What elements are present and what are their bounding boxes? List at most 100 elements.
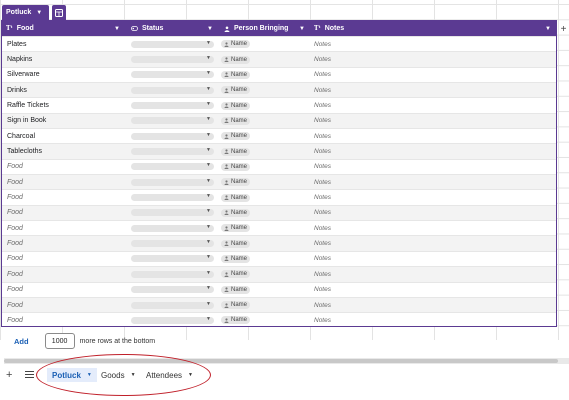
- notes-cell[interactable]: Notes: [310, 221, 556, 235]
- chevron-down-icon[interactable]: ▼: [207, 26, 213, 32]
- person-chip[interactable]: Name: [221, 132, 251, 141]
- chevron-down-icon[interactable]: ▼: [87, 372, 92, 378]
- status-dropdown[interactable]: ▼: [131, 193, 214, 202]
- person-cell[interactable]: Name: [218, 37, 310, 51]
- notes-cell[interactable]: Notes: [310, 68, 556, 82]
- status-cell[interactable]: ▼: [125, 236, 218, 250]
- food-cell[interactable]: Tablecloths: [2, 144, 125, 158]
- person-chip[interactable]: Name: [221, 162, 251, 171]
- person-cell[interactable]: Name: [218, 160, 310, 174]
- table-row[interactable]: Tablecloths ▼ Name Notes: [2, 143, 556, 159]
- status-cell[interactable]: ▼: [125, 283, 218, 297]
- person-chip[interactable]: Name: [221, 101, 251, 110]
- status-dropdown[interactable]: ▼: [131, 40, 214, 48]
- food-cell[interactable]: Sign in Book: [2, 114, 125, 128]
- food-cell[interactable]: Napkins: [2, 52, 125, 66]
- person-chip[interactable]: Name: [221, 70, 251, 79]
- person-chip[interactable]: Name: [221, 55, 251, 64]
- table-row[interactable]: Food ▼ Name Notes: [2, 204, 556, 221]
- status-cell[interactable]: ▼: [125, 190, 218, 204]
- status-cell[interactable]: ▼: [125, 252, 218, 266]
- person-cell[interactable]: Name: [218, 267, 310, 281]
- table-row[interactable]: Food ▼ Name Notes: [2, 189, 556, 204]
- table-row[interactable]: Charcoal ▼ Name Notes: [2, 128, 556, 143]
- column-header-person[interactable]: Person Bringing ▼: [218, 21, 310, 36]
- food-cell[interactable]: Food: [2, 175, 125, 189]
- notes-cell[interactable]: Notes: [310, 52, 556, 66]
- person-cell[interactable]: Name: [218, 206, 310, 220]
- add-column-button[interactable]: +: [558, 22, 569, 37]
- person-cell[interactable]: Name: [218, 283, 310, 297]
- status-cell[interactable]: ▼: [125, 52, 218, 66]
- notes-cell[interactable]: Notes: [310, 175, 556, 189]
- status-cell[interactable]: ▼: [125, 144, 218, 158]
- notes-cell[interactable]: Notes: [310, 252, 556, 266]
- person-cell[interactable]: Name: [218, 252, 310, 266]
- notes-cell[interactable]: Notes: [310, 283, 556, 297]
- food-cell[interactable]: Food: [2, 206, 125, 220]
- status-cell[interactable]: ▼: [125, 221, 218, 235]
- food-cell[interactable]: Food: [2, 252, 125, 266]
- notes-cell[interactable]: Notes: [310, 236, 556, 250]
- person-cell[interactable]: Name: [218, 83, 310, 97]
- table-row[interactable]: Food ▼ Name Notes: [2, 296, 556, 313]
- status-dropdown[interactable]: ▼: [131, 70, 214, 79]
- status-dropdown[interactable]: ▼: [131, 301, 214, 309]
- status-dropdown[interactable]: ▼: [131, 239, 214, 248]
- status-cell[interactable]: ▼: [125, 313, 218, 327]
- status-cell[interactable]: ▼: [125, 68, 218, 82]
- person-cell[interactable]: Name: [218, 98, 310, 112]
- person-cell[interactable]: Name: [218, 144, 310, 158]
- table-settings-button[interactable]: [52, 5, 66, 20]
- status-dropdown[interactable]: ▼: [131, 162, 214, 171]
- person-cell[interactable]: Name: [218, 175, 310, 189]
- notes-cell[interactable]: Notes: [310, 114, 556, 128]
- status-dropdown[interactable]: ▼: [131, 285, 214, 294]
- sheet-tab-goods[interactable]: Goods ▼: [96, 368, 141, 382]
- person-cell[interactable]: Name: [218, 190, 310, 204]
- notes-cell[interactable]: Notes: [310, 160, 556, 174]
- food-cell[interactable]: Food: [2, 190, 125, 204]
- status-cell[interactable]: ▼: [125, 98, 218, 112]
- status-dropdown[interactable]: ▼: [131, 86, 214, 94]
- status-cell[interactable]: ▼: [125, 83, 218, 97]
- table-tab-potluck[interactable]: Potluck ▼: [2, 5, 49, 20]
- notes-cell[interactable]: Notes: [310, 313, 556, 327]
- status-dropdown[interactable]: ▼: [131, 101, 214, 110]
- notes-cell[interactable]: Notes: [310, 129, 556, 143]
- status-dropdown[interactable]: ▼: [131, 316, 214, 324]
- status-cell[interactable]: ▼: [125, 129, 218, 143]
- person-chip[interactable]: Name: [221, 116, 251, 125]
- person-chip[interactable]: Name: [221, 254, 251, 263]
- food-cell[interactable]: Food: [2, 313, 125, 327]
- chevron-down-icon[interactable]: ▼: [114, 26, 120, 32]
- chevron-down-icon[interactable]: ▼: [299, 26, 305, 32]
- add-sheet-button[interactable]: +: [6, 369, 12, 381]
- notes-cell[interactable]: Notes: [310, 37, 556, 51]
- status-dropdown[interactable]: ▼: [131, 254, 214, 263]
- food-cell[interactable]: Silverware: [2, 68, 125, 82]
- notes-cell[interactable]: Notes: [310, 144, 556, 158]
- person-chip[interactable]: Name: [221, 178, 251, 187]
- add-rows-link[interactable]: Add: [14, 337, 29, 346]
- sheet-tab-potluck[interactable]: Potluck ▼: [47, 368, 97, 382]
- status-dropdown[interactable]: ▼: [131, 132, 214, 140]
- table-row[interactable]: Food ▼ Name Notes: [2, 220, 556, 235]
- status-dropdown[interactable]: ▼: [131, 224, 214, 232]
- status-cell[interactable]: ▼: [125, 160, 218, 174]
- food-cell[interactable]: Food: [2, 221, 125, 235]
- food-cell[interactable]: Food: [2, 236, 125, 250]
- chevron-down-icon[interactable]: ▼: [131, 372, 136, 378]
- chevron-down-icon[interactable]: ▼: [545, 26, 551, 32]
- person-chip[interactable]: Name: [221, 270, 251, 279]
- person-cell[interactable]: Name: [218, 298, 310, 312]
- status-dropdown[interactable]: ▼: [131, 55, 214, 64]
- food-cell[interactable]: Food: [2, 267, 125, 281]
- person-chip[interactable]: Name: [221, 239, 251, 248]
- status-cell[interactable]: ▼: [125, 114, 218, 128]
- table-row[interactable]: Food ▼ Name Notes: [2, 266, 556, 282]
- table-row[interactable]: Plates ▼ Name Notes: [2, 36, 556, 51]
- food-cell[interactable]: Raffle Tickets: [2, 98, 125, 112]
- food-cell[interactable]: Food: [2, 160, 125, 174]
- person-chip[interactable]: Name: [221, 316, 251, 325]
